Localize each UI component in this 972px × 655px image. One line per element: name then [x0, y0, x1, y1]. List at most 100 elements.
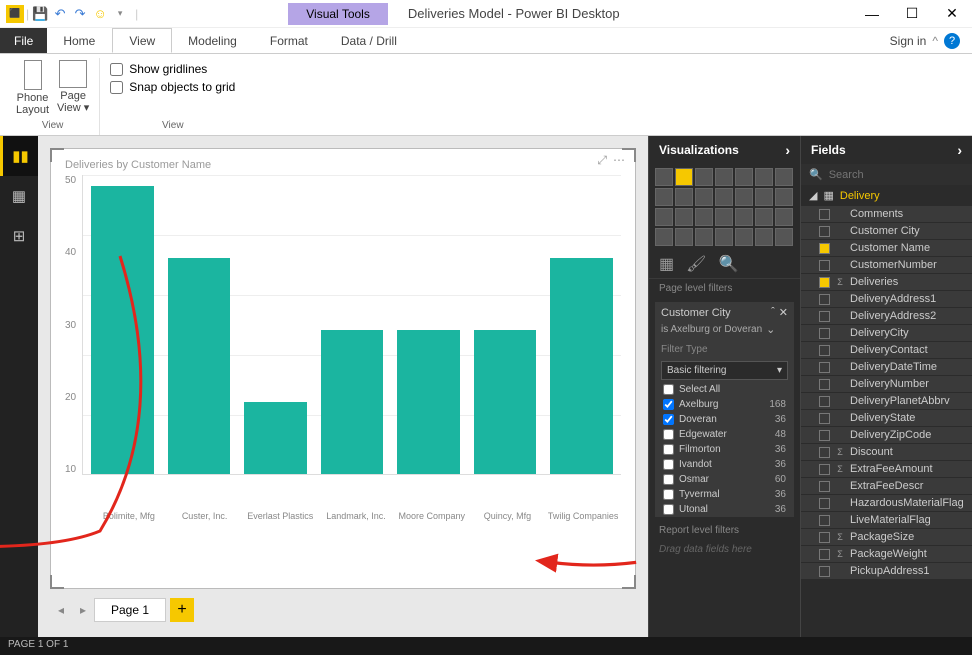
page-prev-button[interactable]: ◂ — [50, 603, 72, 617]
field-row[interactable]: Customer City — [801, 223, 972, 240]
field-row[interactable]: ΣPackageWeight — [801, 546, 972, 563]
filter-card[interactable]: Customer City ˆ ✕ is Axelburg or Doveran… — [655, 302, 794, 517]
viz-type-icon[interactable] — [695, 228, 713, 246]
field-checkbox[interactable] — [819, 379, 830, 390]
field-checkbox[interactable] — [819, 447, 830, 458]
filter-value-row[interactable]: Axelburg168 — [655, 397, 794, 412]
phone-layout-button[interactable]: Phone Layout — [16, 60, 49, 116]
chart-bar[interactable] — [168, 258, 231, 474]
viz-type-icon[interactable] — [755, 188, 773, 206]
report-view-button[interactable]: ▮▮ — [0, 136, 38, 176]
fields-search[interactable]: 🔍 — [801, 164, 972, 185]
qa-dropdown-icon[interactable]: ▾ — [111, 5, 129, 23]
ribbon-tab-format[interactable]: Format — [254, 28, 325, 53]
field-row[interactable]: DeliveryAddress2 — [801, 308, 972, 325]
ribbon-tab-modeling[interactable]: Modeling — [172, 28, 254, 53]
viz-type-icon[interactable] — [775, 208, 793, 226]
field-checkbox[interactable] — [819, 532, 830, 543]
ribbon-tab-home[interactable]: Home — [47, 28, 112, 53]
chevron-up-icon[interactable]: ^ — [932, 34, 938, 48]
field-row[interactable]: Comments — [801, 206, 972, 223]
help-icon[interactable]: ? — [944, 33, 960, 49]
collapse-filter-icon[interactable]: ˆ — [771, 306, 775, 319]
save-icon[interactable]: 💾 — [31, 5, 49, 23]
collapse-table-icon[interactable]: ◢ — [809, 189, 817, 202]
field-row[interactable]: DeliveryAddress1 — [801, 291, 972, 308]
maximize-button[interactable]: ☐ — [892, 0, 932, 28]
file-tab[interactable]: File — [0, 28, 47, 53]
filter-value-row[interactable]: Utonal36 — [655, 502, 794, 517]
viz-type-icon[interactable] — [735, 168, 753, 186]
ribbon-tab-view[interactable]: View — [112, 28, 172, 53]
field-row[interactable]: HazardousMaterialFlag — [801, 495, 972, 512]
viz-type-icon[interactable] — [775, 228, 793, 246]
viz-type-icon[interactable] — [675, 228, 693, 246]
field-checkbox[interactable] — [819, 549, 830, 560]
field-row[interactable]: DeliveryDateTime — [801, 359, 972, 376]
snap-to-grid-checkbox[interactable]: Snap objects to grid — [110, 80, 235, 94]
viz-type-icon[interactable] — [735, 188, 753, 206]
filter-value-row[interactable]: Osmar60 — [655, 472, 794, 487]
field-row[interactable]: CustomerNumber — [801, 257, 972, 274]
viz-type-icon[interactable] — [755, 228, 773, 246]
field-checkbox[interactable] — [819, 362, 830, 373]
filter-value-row[interactable]: Doveran36 — [655, 412, 794, 427]
field-checkbox[interactable] — [819, 481, 830, 492]
field-row[interactable]: Customer Name — [801, 240, 972, 257]
viz-type-icon[interactable] — [735, 228, 753, 246]
viz-type-icon[interactable] — [655, 168, 673, 186]
data-view-button[interactable]: ▦ — [0, 176, 38, 216]
add-page-button[interactable]: + — [170, 598, 194, 622]
chart-bar[interactable] — [321, 330, 384, 474]
filter-value-row[interactable]: Edgewater48 — [655, 427, 794, 442]
field-row[interactable]: PickupAddress1 — [801, 563, 972, 580]
format-icon[interactable]: 🖌 — [686, 254, 706, 274]
filter-value-row[interactable]: Ivandot36 — [655, 457, 794, 472]
field-row[interactable]: DeliveryCity — [801, 325, 972, 342]
chart-bar[interactable] — [397, 330, 460, 474]
field-row[interactable]: DeliveryContact — [801, 342, 972, 359]
field-checkbox[interactable] — [819, 243, 830, 254]
filter-value-row[interactable]: Filmorton36 — [655, 442, 794, 457]
analytics-icon[interactable]: 🔍 — [718, 254, 738, 274]
visual-tools-tab[interactable]: Visual Tools — [288, 3, 388, 25]
viz-type-icon[interactable] — [775, 188, 793, 206]
viz-type-icon[interactable] — [715, 168, 733, 186]
field-row[interactable]: ExtraFeeDescr — [801, 478, 972, 495]
field-row[interactable]: LiveMaterialFlag — [801, 512, 972, 529]
field-row[interactable]: ΣExtraFeeAmount — [801, 461, 972, 478]
field-checkbox[interactable] — [819, 566, 830, 577]
field-checkbox[interactable] — [819, 515, 830, 526]
field-checkbox[interactable] — [819, 277, 830, 288]
remove-filter-icon[interactable]: ✕ — [779, 306, 788, 319]
sign-in-link[interactable]: Sign in — [890, 34, 927, 48]
viz-type-icon[interactable] — [735, 208, 753, 226]
field-row[interactable]: ΣPackageSize — [801, 529, 972, 546]
field-checkbox[interactable] — [819, 464, 830, 475]
page-tab[interactable]: Page 1 — [94, 598, 166, 622]
field-checkbox[interactable] — [819, 430, 830, 441]
field-row[interactable]: DeliveryNumber — [801, 376, 972, 393]
field-checkbox[interactable] — [819, 498, 830, 509]
field-row[interactable]: ΣDeliveries — [801, 274, 972, 291]
field-checkbox[interactable] — [819, 396, 830, 407]
fields-table-row[interactable]: ◢ ▦ Delivery — [801, 185, 972, 206]
show-gridlines-checkbox[interactable]: Show gridlines — [110, 62, 235, 76]
viz-type-icon[interactable] — [715, 188, 733, 206]
field-checkbox[interactable] — [819, 294, 830, 305]
field-row[interactable]: DeliveryState — [801, 410, 972, 427]
focus-mode-icon[interactable]: ⤢ — [597, 153, 607, 168]
page-next-button[interactable]: ▸ — [72, 603, 94, 617]
field-checkbox[interactable] — [819, 328, 830, 339]
page-view-button[interactable]: Page View ▾ — [57, 60, 89, 114]
clear-filter-icon[interactable]: ⌄ — [766, 323, 775, 336]
viz-type-icon[interactable] — [775, 168, 793, 186]
chart-bar[interactable] — [244, 402, 307, 474]
collapse-panel-icon[interactable]: › — [785, 142, 790, 158]
viz-type-icon[interactable] — [695, 168, 713, 186]
field-checkbox[interactable] — [819, 226, 830, 237]
close-button[interactable]: ✕ — [932, 0, 972, 28]
viz-type-icon[interactable] — [655, 188, 673, 206]
field-checkbox[interactable] — [819, 260, 830, 271]
field-row[interactable]: DeliveryZipCode — [801, 427, 972, 444]
